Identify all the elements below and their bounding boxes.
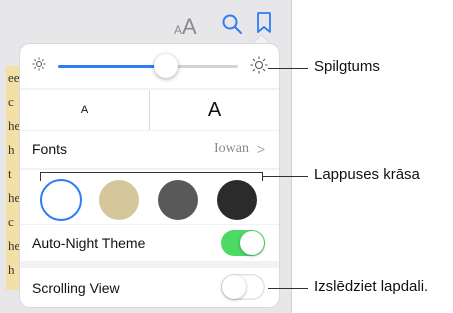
small-a-glyph: A — [174, 23, 183, 37]
reader-toolbar: AA — [0, 0, 291, 44]
night-theme-swatch[interactable] — [217, 180, 257, 220]
text-line: he — [8, 118, 21, 133]
large-a-glyph: A — [182, 14, 197, 39]
text-line: h — [8, 262, 15, 277]
auto-night-label: Auto-Night Theme — [32, 235, 146, 251]
font-size-row: A A — [20, 90, 279, 130]
toggle-knob — [240, 231, 264, 255]
scrolling-callout: Izslēdziet lapdali. — [314, 278, 429, 295]
text-line: t — [8, 166, 12, 181]
scrolling-view-row: Scrolling View — [20, 268, 279, 307]
brightness-callout: Spilgtums — [314, 58, 380, 75]
text-line: he — [8, 190, 21, 205]
increase-font-button[interactable]: A — [150, 90, 279, 130]
text-line: h — [8, 142, 15, 157]
fonts-label: Fonts — [32, 141, 68, 157]
brightness-slider-thumb[interactable] — [154, 54, 178, 78]
appearance-button[interactable]: AA — [174, 14, 197, 40]
book-text: ee c he h t he c he h — [8, 66, 20, 282]
text-line: c — [8, 94, 14, 109]
scrolling-view-label: Scrolling View — [32, 280, 120, 296]
page-color-callout: Lappuses krāsa — [314, 166, 420, 183]
scrolling-callout-line — [268, 288, 308, 289]
auto-night-toggle[interactable] — [221, 230, 265, 256]
fonts-value: Iowan — [214, 141, 249, 156]
white-theme-swatch[interactable] — [40, 179, 82, 221]
chevron-right-icon: > — [256, 141, 265, 157]
text-line: c — [8, 214, 14, 229]
scrolling-view-toggle[interactable] — [221, 274, 265, 300]
sun-small-icon — [32, 57, 46, 71]
page-color-bracket — [40, 172, 263, 181]
brightness-slider[interactable] — [58, 54, 238, 78]
search-icon[interactable] — [221, 13, 243, 35]
brightness-row — [20, 44, 279, 88]
sepia-theme-swatch[interactable] — [99, 180, 139, 220]
auto-night-row: Auto-Night Theme — [20, 225, 279, 261]
sun-large-icon — [250, 56, 268, 74]
brightness-slider-fill — [58, 65, 166, 68]
gray-theme-swatch[interactable] — [158, 180, 198, 220]
text-line: ee — [8, 70, 20, 85]
fonts-row[interactable]: Fonts Iowan > — [20, 131, 279, 168]
brightness-callout-line — [268, 68, 308, 69]
page-color-callout-line — [262, 176, 308, 177]
decrease-font-button[interactable]: A — [20, 90, 149, 130]
toggle-knob — [222, 275, 246, 299]
bookmark-icon[interactable] — [256, 12, 272, 34]
text-line: he — [8, 238, 21, 253]
